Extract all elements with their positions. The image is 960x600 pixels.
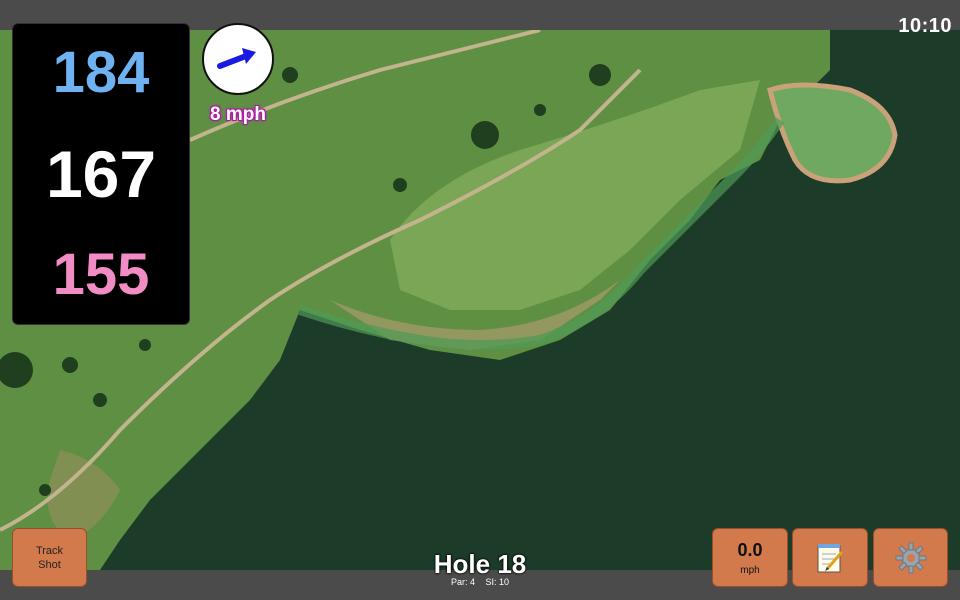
wind-arrow-icon <box>217 48 256 69</box>
notes-button[interactable] <box>792 528 868 587</box>
track-shot-label-line2: Shot <box>38 558 61 571</box>
hole-par: Par: 4 <box>450 577 475 587</box>
settings-button[interactable] <box>873 528 948 587</box>
speed-button[interactable]: 0.0 mph <box>712 528 788 587</box>
wind-indicator <box>202 23 274 95</box>
speed-value: 0.0 <box>737 539 763 560</box>
track-shot-label-line1: Track <box>35 544 64 557</box>
status-clock: 10:10 <box>898 15 952 37</box>
middle-distance: 167 <box>45 136 157 211</box>
hole-title: Hole 18 <box>433 549 527 579</box>
hole-info: Par: 4 SI: 10 <box>380 577 580 587</box>
hole-stroke-index: SI: 10 <box>485 577 510 587</box>
distance-panel: 184 167 155 <box>12 23 190 325</box>
front-distance: 155 <box>52 242 150 308</box>
notepad-icon <box>817 543 844 572</box>
back-distance: 184 <box>52 39 150 105</box>
wind-speed-label: 8 mph <box>210 104 266 125</box>
gear-icon <box>895 542 926 573</box>
speed-unit: mph <box>740 564 760 576</box>
track-shot-button[interactable]: Track Shot <box>12 528 87 587</box>
